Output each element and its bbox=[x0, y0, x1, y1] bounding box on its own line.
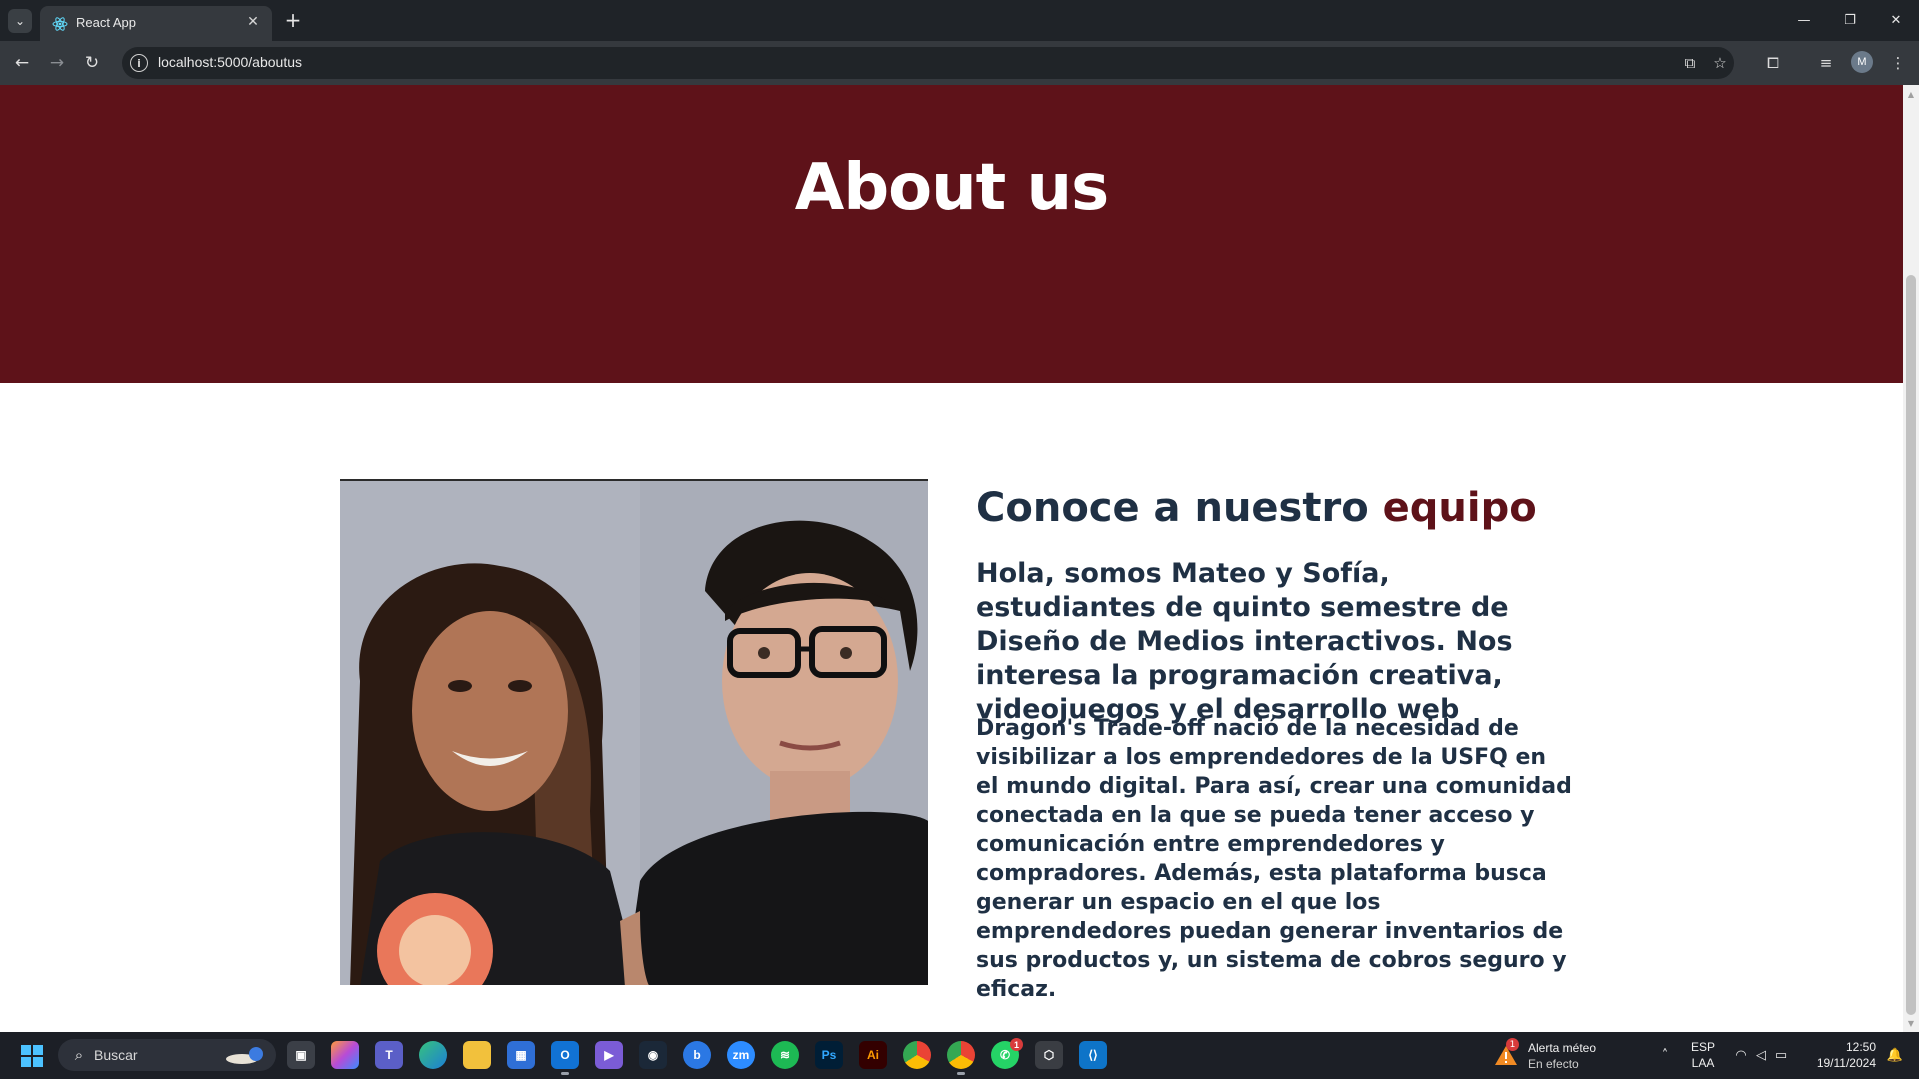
running-indicator bbox=[957, 1072, 965, 1075]
windows-taskbar: ⌕ Buscar ▣ T ▦ O ▶ ◉ b zm ≋ Ps Ai ✆ 1 ⬡ ⟨… bbox=[0, 1032, 1919, 1079]
section-title: Conoce a nuestro equipo bbox=[976, 485, 1537, 531]
search-placeholder: Buscar bbox=[94, 1047, 138, 1063]
chrome-icon[interactable] bbox=[903, 1041, 931, 1069]
speaker-icon[interactable]: ◁ bbox=[1752, 1046, 1770, 1064]
team-photo-illustration bbox=[340, 481, 928, 985]
battery-icon[interactable]: ▭ bbox=[1772, 1046, 1790, 1064]
illustrator-icon[interactable]: Ai bbox=[859, 1041, 887, 1069]
browser-toolbar: ← → ↻ i localhost:5000/aboutus ⧉ ☆ ⧠ ≡ M… bbox=[0, 41, 1919, 85]
vscode-icon[interactable]: ⟨⟩ bbox=[1079, 1041, 1107, 1069]
weather-title: Alerta méteo bbox=[1528, 1041, 1597, 1055]
scroll-down-arrow-icon[interactable]: ▼ bbox=[1903, 1016, 1919, 1030]
intro-paragraph: Hola, somos Mateo y Sofía, estudiantes d… bbox=[976, 558, 1513, 725]
tab-title: React App bbox=[76, 15, 136, 30]
close-window-icon[interactable]: ✕ bbox=[1882, 8, 1910, 32]
clock-date[interactable]: 19/11/2024 bbox=[1800, 1056, 1876, 1070]
reload-icon[interactable]: ↻ bbox=[80, 51, 104, 75]
show-hidden-icons-chevron-icon[interactable]: ˄ bbox=[1656, 1046, 1674, 1064]
whatsapp-icon[interactable]: ✆ 1 bbox=[991, 1038, 1023, 1069]
browser-menu-dots-icon[interactable]: ⋮ bbox=[1886, 51, 1910, 75]
hero-title: About us bbox=[794, 151, 1109, 225]
browser-tab-bar: ⌄ React App ✕ + — ❐ ✕ bbox=[0, 0, 1919, 41]
page-scrollbar[interactable]: ▲ ▼ bbox=[1903, 85, 1919, 1032]
weather-subtitle: En efecto bbox=[1528, 1057, 1579, 1071]
teams-icon[interactable]: T bbox=[375, 1041, 403, 1069]
spotify-icon[interactable]: ≋ bbox=[771, 1041, 799, 1069]
bookmark-star-icon[interactable]: ☆ bbox=[1710, 53, 1730, 73]
address-url[interactable]: localhost:5000/aboutus bbox=[158, 54, 302, 70]
photoshop-icon[interactable]: Ps bbox=[815, 1041, 843, 1069]
steam-icon[interactable]: ◉ bbox=[639, 1041, 667, 1069]
language-bottom[interactable]: LAA bbox=[1688, 1056, 1718, 1070]
windows-start-icon[interactable] bbox=[20, 1044, 44, 1068]
react-favicon-icon bbox=[52, 17, 68, 31]
back-arrow-icon[interactable]: ← bbox=[10, 51, 34, 75]
zoom-icon[interactable]: zm bbox=[727, 1041, 755, 1069]
section-title-accent: equipo bbox=[1382, 485, 1537, 531]
extensions-puzzle-icon[interactable]: ⧠ bbox=[1761, 51, 1785, 75]
search-icon: ⌕ bbox=[74, 1046, 84, 1064]
profile-avatar[interactable]: M bbox=[1851, 51, 1873, 73]
site-info-icon[interactable]: i bbox=[130, 54, 148, 72]
app-blue-icon[interactable]: b bbox=[683, 1041, 711, 1069]
taskbar-search[interactable]: ⌕ Buscar bbox=[58, 1039, 276, 1071]
close-tab-icon[interactable]: ✕ bbox=[244, 13, 262, 31]
tab-search-chevron-icon[interactable]: ⌄ bbox=[8, 9, 32, 33]
chrome-profile-icon[interactable] bbox=[947, 1041, 975, 1075]
language-top[interactable]: ESP bbox=[1688, 1040, 1718, 1054]
scroll-thumb[interactable] bbox=[1906, 275, 1916, 1015]
weather-badge: 1 bbox=[1506, 1038, 1519, 1051]
task-view-icon[interactable]: ▣ bbox=[287, 1041, 315, 1069]
search-highlight-art-icon bbox=[226, 1047, 263, 1064]
copilot-icon[interactable] bbox=[331, 1041, 359, 1069]
minimize-icon[interactable]: — bbox=[1790, 8, 1818, 32]
edge-icon[interactable] bbox=[419, 1041, 447, 1069]
weather-widget[interactable]: 1 Alerta méteo En efecto bbox=[1494, 1038, 1614, 1072]
section-title-main: Conoce a nuestro bbox=[976, 485, 1383, 531]
team-photo bbox=[340, 479, 928, 985]
page-viewport: About us Conoce a nuestro equipo Hola, s… bbox=[0, 85, 1903, 1032]
wifi-icon[interactable]: ◠ bbox=[1732, 1046, 1750, 1064]
running-indicator bbox=[561, 1072, 569, 1075]
address-bar[interactable]: i localhost:5000/aboutus ⧉ ☆ bbox=[122, 47, 1734, 79]
restore-icon[interactable]: ❐ bbox=[1836, 8, 1864, 32]
description-paragraph: Dragon's Trade-off nació de la necesidad… bbox=[976, 716, 1572, 1002]
unity-icon[interactable]: ⬡ bbox=[1035, 1041, 1063, 1069]
new-tab-plus-icon[interactable]: + bbox=[282, 8, 304, 32]
clock-time[interactable]: 12:50 bbox=[1800, 1040, 1876, 1054]
outlook-icon[interactable]: O bbox=[551, 1041, 579, 1075]
forward-arrow-icon[interactable]: → bbox=[45, 51, 69, 75]
whatsapp-badge: 1 bbox=[1010, 1038, 1023, 1051]
media-control-icon[interactable]: ≡ bbox=[1814, 51, 1838, 75]
notification-bell-icon[interactable]: 🔔 bbox=[1886, 1046, 1904, 1064]
scroll-up-arrow-icon[interactable]: ▲ bbox=[1903, 87, 1919, 101]
hero-banner: About us bbox=[0, 85, 1903, 383]
app-purple-icon[interactable]: ▶ bbox=[595, 1041, 623, 1069]
microsoft-store-icon[interactable]: ▦ bbox=[507, 1041, 535, 1069]
file-explorer-icon[interactable] bbox=[463, 1041, 491, 1069]
browser-tab-active[interactable]: React App ✕ bbox=[40, 6, 272, 41]
install-app-icon[interactable]: ⧉ bbox=[1680, 53, 1700, 73]
